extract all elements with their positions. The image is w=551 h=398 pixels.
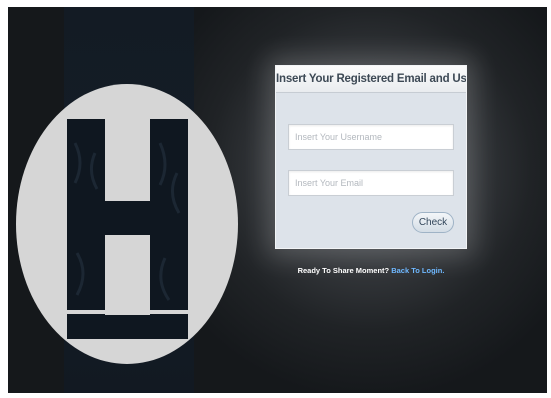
email-input[interactable] [288, 170, 454, 196]
check-button[interactable]: Check [412, 212, 454, 233]
username-input[interactable] [288, 124, 454, 150]
footer-line: Ready To Share Moment? Back To Login. [276, 266, 466, 275]
h-logo-icon [16, 84, 238, 364]
recovery-form-card: Insert Your Registered Email and Usernam… [275, 65, 467, 249]
form-title: Insert Your Registered Email and Usernam… [276, 66, 466, 93]
screen: Insert Your Registered Email and Usernam… [8, 7, 547, 393]
footer-prompt: Ready To Share Moment? [297, 266, 390, 275]
back-to-login-link[interactable]: Back To Login. [391, 266, 444, 275]
